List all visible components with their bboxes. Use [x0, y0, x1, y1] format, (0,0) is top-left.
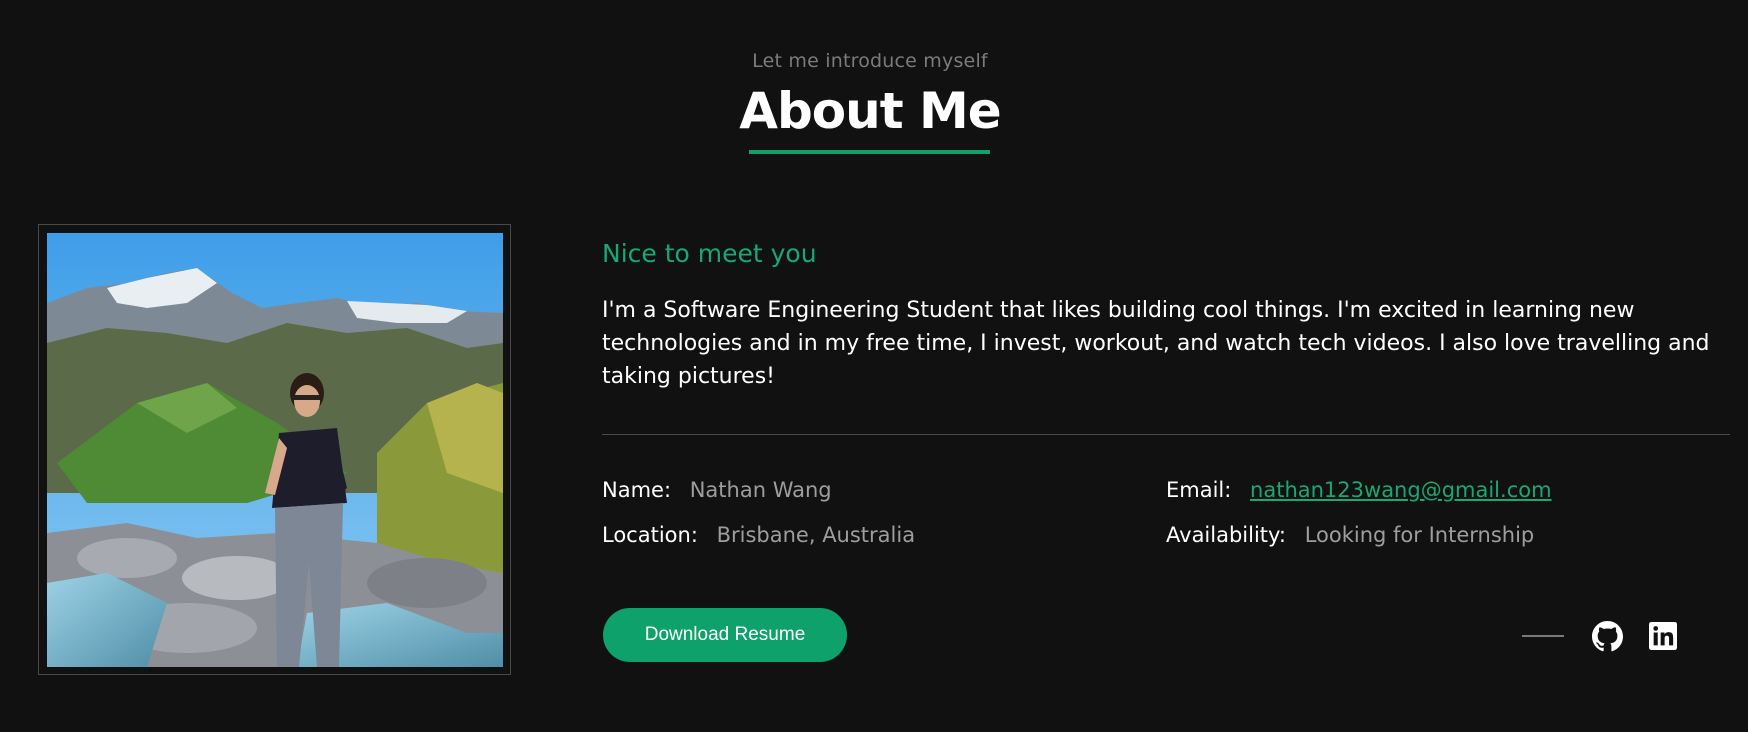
social-divider	[1522, 635, 1564, 637]
title-underline	[749, 150, 990, 154]
social-links	[1522, 619, 1703, 653]
name-detail: Name: Nathan Wang	[602, 478, 832, 502]
location-label: Location:	[602, 523, 698, 547]
download-resume-button[interactable]: Download Resume	[603, 608, 847, 662]
name-label: Name:	[602, 478, 672, 502]
email-detail: Email: nathan123wang@gmail.com	[1166, 478, 1552, 502]
name-value: Nathan Wang	[689, 478, 832, 502]
bio-text: I'm a Software Engineering Student that …	[602, 298, 1710, 389]
availability-label: Availability:	[1166, 523, 1287, 547]
greeting: Nice to meet you	[602, 239, 817, 268]
linkedin-icon[interactable]	[1647, 620, 1679, 652]
profile-photo-frame	[38, 224, 511, 675]
availability-value: Looking for Internship	[1304, 523, 1535, 547]
about-section: Let me introduce myself About Me Nice to…	[0, 0, 1748, 732]
github-icon[interactable]	[1591, 620, 1623, 652]
content-divider	[602, 434, 1730, 435]
email-link[interactable]: nathan123wang@gmail.com	[1250, 478, 1552, 502]
section-subtitle: Let me introduce myself	[752, 50, 988, 72]
email-label: Email:	[1166, 478, 1232, 502]
availability-detail: Availability: Looking for Internship	[1166, 523, 1534, 547]
location-detail: Location: Brisbane, Australia	[602, 523, 915, 547]
profile-photo-image	[47, 233, 503, 667]
section-title: About Me	[739, 82, 1001, 140]
location-value: Brisbane, Australia	[716, 523, 916, 547]
profile-photo	[47, 233, 503, 667]
